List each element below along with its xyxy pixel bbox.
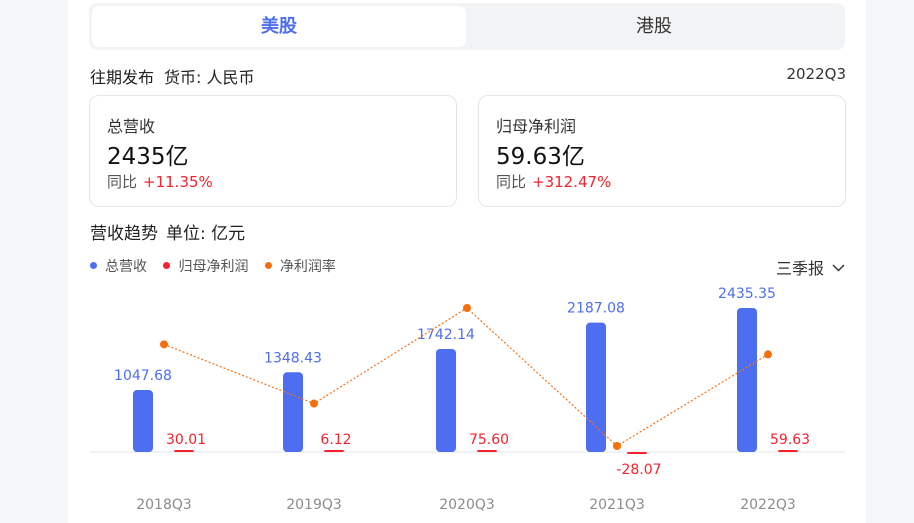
net-profit-bar [174, 450, 194, 452]
x-tick-label: 2018Q3 [136, 497, 192, 513]
revenue-bar [133, 390, 153, 452]
revenue-bar [283, 372, 303, 452]
net-profit-value-label: 75.60 [469, 432, 509, 448]
x-tick-label: 2021Q3 [589, 497, 645, 513]
net-profit-bar [477, 450, 497, 452]
x-tick-label: 2019Q3 [286, 497, 342, 513]
net-profit-value-label: 30.01 [166, 432, 206, 448]
net-profit-bar [627, 452, 647, 454]
net-profit-value-label: -28.07 [616, 462, 661, 478]
net-profit-bar [324, 450, 344, 452]
margin-point [463, 304, 471, 312]
margin-point [160, 340, 168, 349]
margin-point [764, 350, 772, 359]
revenue-value-label: 1047.68 [114, 368, 172, 384]
net-profit-bar [778, 450, 798, 452]
revenue-value-label: 2187.08 [567, 301, 625, 317]
net-profit-value-label: 59.63 [770, 432, 810, 448]
revenue-bar [586, 322, 606, 452]
x-tick-label: 2022Q3 [740, 497, 796, 513]
revenue-value-label: 2435.35 [718, 286, 776, 302]
revenue-bar [737, 308, 757, 452]
margin-point [310, 399, 318, 408]
net-profit-value-label: 6.12 [320, 432, 351, 448]
revenue-value-label: 1348.43 [264, 350, 322, 366]
revenue-value-label: 1742.14 [417, 327, 475, 343]
x-tick-label: 2020Q3 [439, 497, 495, 513]
revenue-trend-chart: 1047.68 30.01 2018Q3 1348.43 6.12 2019Q3 1742.… [90, 286, 845, 513]
revenue-bar [436, 348, 456, 452]
margin-point [613, 442, 621, 450]
